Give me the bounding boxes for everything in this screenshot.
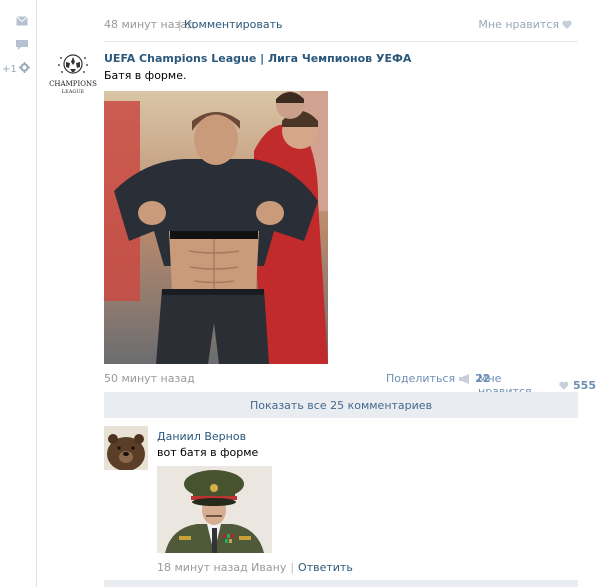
community-avatar[interactable]: CHAMPIONS LEAGUE (49, 50, 97, 98)
mail-icon[interactable] (15, 14, 29, 28)
comment-input-bar[interactable] (104, 580, 578, 587)
left-rail: +1 (0, 0, 36, 587)
like-label: Мне нравится (478, 18, 559, 31)
comment-photo[interactable] (157, 466, 272, 553)
post-text: Батя в форме. (104, 69, 187, 82)
rail-divider (36, 0, 37, 587)
gear-icon[interactable] (18, 62, 30, 76)
chat-icon[interactable] (15, 38, 29, 52)
heart-icon (562, 20, 572, 29)
plus-counter: +1 (2, 63, 17, 75)
reply-link[interactable]: Ответить (298, 561, 353, 574)
commenter-avatar[interactable] (104, 426, 148, 470)
comment-text: вот батя в форме (157, 446, 259, 459)
comment-link[interactable]: Комментировать (184, 18, 282, 31)
separator: | (178, 18, 182, 31)
commenter-name[interactable]: Даниил Вернов (157, 430, 246, 443)
svg-text:CHAMPIONS: CHAMPIONS (49, 80, 97, 88)
post-divider (104, 41, 578, 42)
show-all-comments-button[interactable]: Показать все 25 комментариев (104, 392, 578, 418)
like-button[interactable]: Мне нравится (478, 18, 572, 31)
show-all-label: Показать все 25 комментариев (249, 398, 433, 412)
share-label: Поделиться (386, 372, 456, 385)
megaphone-icon (459, 373, 470, 384)
previous-post-footer: 48 минут назад | Комментировать Мне нрав… (104, 14, 576, 34)
post-author[interactable]: UEFA Champions League | Лига Чемпионов У… (104, 52, 411, 65)
separator: | (290, 561, 295, 574)
like-count: 555 (573, 378, 596, 392)
post-photo[interactable] (104, 91, 328, 364)
rail-counter[interactable]: +1 (2, 62, 30, 76)
post-time[interactable]: 50 минут назад (104, 372, 195, 385)
svg-text:LEAGUE: LEAGUE (62, 89, 85, 95)
comment-time[interactable]: 18 минут назад Ивану (157, 561, 286, 574)
share-button[interactable]: Поделиться 22 (386, 372, 490, 385)
heart-icon (559, 381, 569, 390)
comment-footer: 18 минут назад Ивану | Ответить (157, 561, 353, 574)
